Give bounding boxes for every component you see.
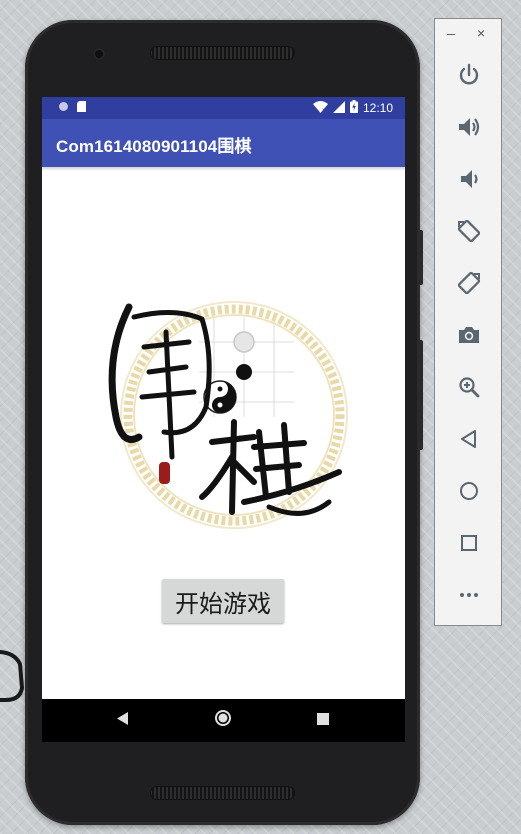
rotate-right-icon	[456, 270, 482, 301]
close-button[interactable]: ×	[477, 25, 485, 41]
volume-up-icon	[456, 114, 482, 145]
navigation-bar	[42, 699, 405, 742]
power-side-button	[418, 230, 423, 285]
start-game-button[interactable]: 开始游戏	[162, 579, 284, 623]
battery-icon	[349, 100, 358, 116]
emulator-toolbar: – ×	[434, 18, 502, 626]
top-speaker	[150, 46, 295, 60]
rotate-left-button[interactable]	[452, 216, 486, 250]
more-button[interactable]	[452, 580, 486, 614]
overview-icon	[456, 530, 482, 561]
home-icon	[456, 478, 482, 509]
app-title: Com1614080901104围棋	[56, 137, 252, 156]
rotate-left-icon	[456, 218, 482, 249]
camera-icon	[456, 322, 482, 353]
app-bar: Com1614080901104围棋	[42, 119, 405, 171]
nav-home-button[interactable]	[193, 699, 253, 742]
volume-down-icon	[456, 166, 482, 197]
screenshot-button[interactable]	[452, 320, 486, 354]
bottom-speaker	[150, 786, 295, 800]
recents-square-icon	[317, 712, 329, 730]
volume-down-button[interactable]	[452, 164, 486, 198]
power-button[interactable]	[452, 60, 486, 94]
weiqi-logo-image	[94, 297, 349, 547]
front-camera	[93, 48, 105, 60]
more-icon	[456, 582, 482, 613]
back-icon	[456, 426, 482, 457]
rotate-right-button[interactable]	[452, 268, 486, 302]
svg-text:x: x	[322, 107, 326, 113]
device-screen: x 12:10 Com1614080901104围棋 开始游戏	[42, 97, 405, 742]
zoom-icon	[456, 374, 482, 405]
signal-icon	[332, 100, 345, 116]
volume-side-button	[418, 340, 423, 450]
toolbar-overview-button[interactable]	[452, 528, 486, 562]
minimize-button[interactable]: –	[447, 25, 455, 41]
sd-card-icon	[77, 101, 86, 115]
toolbar-home-button[interactable]	[452, 476, 486, 510]
clock-text: 12:10	[362, 101, 393, 115]
power-icon	[456, 62, 482, 93]
volume-up-button[interactable]	[452, 112, 486, 146]
zoom-button[interactable]	[452, 372, 486, 406]
back-triangle-icon	[117, 711, 129, 730]
main-content: 开始游戏	[42, 167, 405, 699]
notification-circle-icon	[58, 101, 69, 115]
status-bar: x 12:10	[42, 97, 405, 119]
wifi-icon: x	[312, 100, 328, 116]
nav-back-button[interactable]	[93, 699, 153, 742]
home-circle-icon	[214, 709, 232, 732]
toolbar-back-button[interactable]	[452, 424, 486, 458]
nav-recents-button[interactable]	[293, 699, 353, 742]
